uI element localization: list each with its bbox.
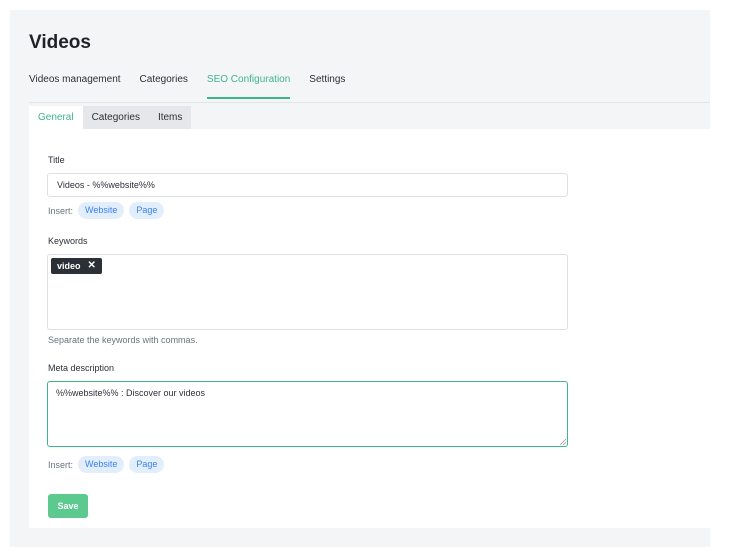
main-panel: Videos Videos management Categories SEO … (10, 10, 710, 547)
keywords-hint: Separate the keywords with commas. (48, 335, 198, 345)
title-insert-row: Insert: Website Page (48, 202, 165, 219)
tab-settings[interactable]: Settings (309, 72, 345, 99)
title-insert-label: Insert: (48, 205, 74, 216)
keyword-tag: video ✕ (51, 258, 102, 274)
resize-handle-icon[interactable] (560, 439, 566, 445)
seo-form-card: Title Videos - %%website%% Insert: Websi… (29, 129, 710, 528)
tab-seo-configuration[interactable]: SEO Configuration (206, 72, 291, 99)
subtab-general[interactable]: General (29, 106, 83, 129)
keywords-input[interactable]: video ✕ (47, 254, 568, 330)
sub-tabs: General Categories Items (29, 106, 192, 129)
page-title: Videos (29, 32, 91, 53)
tab-categories[interactable]: Categories (140, 72, 188, 99)
tab-videos-management[interactable]: Videos management (29, 72, 121, 99)
title-insert-page-chip[interactable]: Page (129, 202, 165, 219)
main-tabs: Videos management Categories SEO Configu… (29, 72, 710, 103)
meta-insert-website-chip[interactable]: Website (78, 456, 125, 473)
meta-insert-label: Insert: (48, 459, 74, 470)
title-input[interactable]: Videos - %%website%% (47, 173, 568, 197)
meta-description-textarea[interactable]: %%website%% : Discover our videos (47, 381, 568, 447)
subtab-categories[interactable]: Categories (82, 106, 149, 129)
save-button[interactable]: Save (48, 494, 88, 518)
keyword-tag-label: video (57, 261, 81, 271)
keywords-label: Keywords (48, 236, 88, 246)
title-label: Title (48, 155, 65, 165)
meta-insert-page-chip[interactable]: Page (129, 456, 165, 473)
meta-description-value: %%website%% : Discover our videos (56, 388, 206, 398)
close-icon[interactable]: ✕ (88, 258, 96, 274)
meta-insert-row: Insert: Website Page (48, 456, 165, 473)
meta-description-label: Meta description (48, 363, 115, 373)
subtab-items[interactable]: Items (148, 106, 192, 129)
title-insert-website-chip[interactable]: Website (78, 202, 125, 219)
